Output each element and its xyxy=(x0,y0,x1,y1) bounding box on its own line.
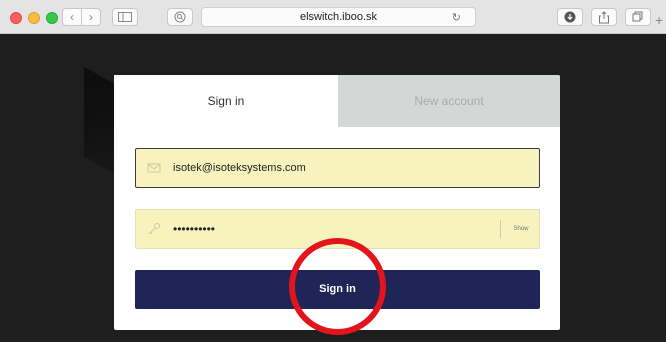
address-bar[interactable]: elswitch.iboo.sk ↻ xyxy=(201,7,476,27)
sidebar-button[interactable] xyxy=(112,8,138,26)
plus-icon: + xyxy=(655,12,664,28)
close-window-button[interactable] xyxy=(10,12,22,24)
share-icon xyxy=(599,11,609,24)
reload-icon[interactable]: ↻ xyxy=(452,9,461,27)
new-tab-button[interactable]: + xyxy=(655,9,666,31)
tab-new-account-label: New account xyxy=(414,94,484,108)
download-button[interactable] xyxy=(557,8,583,26)
share-button[interactable] xyxy=(591,8,617,26)
sidebar-icon xyxy=(118,12,132,22)
show-password-button[interactable]: Show xyxy=(506,210,536,248)
mail-icon xyxy=(147,163,161,173)
chevron-right-icon: › xyxy=(89,10,93,24)
tabs-overview-button[interactable] xyxy=(625,8,651,26)
minimize-window-button[interactable] xyxy=(28,12,40,24)
url-text: elswitch.iboo.sk xyxy=(299,11,378,23)
tab-sign-in[interactable]: Sign in xyxy=(114,75,338,127)
tab-new-account[interactable]: New account xyxy=(338,75,560,127)
reader-button[interactable] xyxy=(167,8,193,26)
email-value: isotek@isoteksystems.com xyxy=(173,162,306,174)
divider xyxy=(500,220,501,238)
highlight-circle xyxy=(289,238,386,335)
password-value: •••••••••• xyxy=(173,222,216,236)
tabs-icon xyxy=(632,11,643,22)
tab-sign-in-label: Sign in xyxy=(207,94,245,108)
download-icon xyxy=(564,11,576,23)
back-button[interactable]: ‹ xyxy=(62,8,82,26)
email-field[interactable]: isotek@isoteksystems.com xyxy=(135,148,540,188)
chevron-left-icon: ‹ xyxy=(70,10,74,24)
browser-window: ‹ › elswitch.iboo.sk ↻ + Sign in New acc… xyxy=(0,0,666,342)
maximize-window-button[interactable] xyxy=(46,12,58,24)
key-icon xyxy=(148,223,160,235)
reader-icon xyxy=(174,11,186,23)
browser-toolbar: ‹ › elswitch.iboo.sk ↻ + xyxy=(0,0,666,34)
forward-button[interactable]: › xyxy=(81,8,101,26)
